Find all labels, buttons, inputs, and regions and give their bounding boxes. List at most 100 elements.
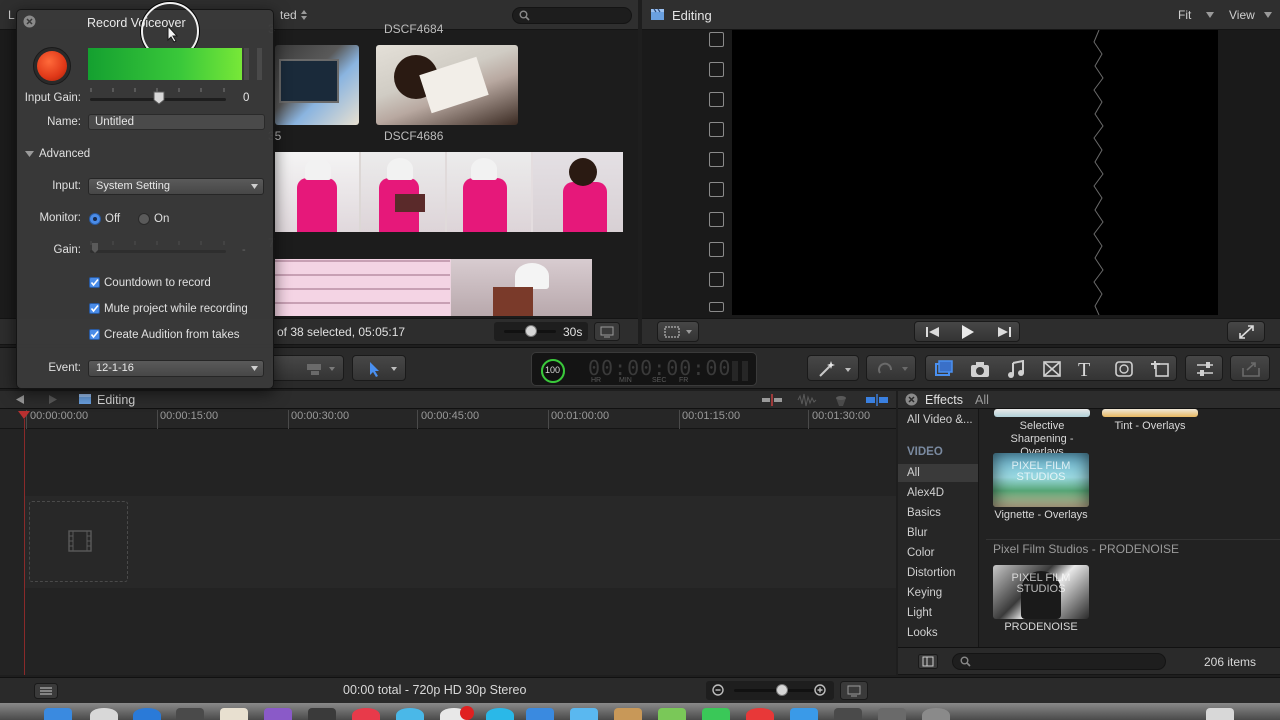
clip-thumbnail[interactable] [376, 45, 518, 125]
category-item[interactable]: All [907, 467, 920, 479]
effect-thumbnail[interactable]: PIXEL FILM STUDIOS [993, 453, 1089, 507]
browser-search-field[interactable] [512, 7, 632, 24]
contacts-dock-icon[interactable] [220, 708, 248, 720]
app-dock-icon[interactable] [486, 708, 514, 720]
sidebar-toggle-icon[interactable] [918, 654, 938, 669]
app-dock-icon[interactable] [658, 708, 686, 720]
monitor-gain-thumb-icon[interactable] [91, 242, 99, 254]
effect-thumbnail[interactable] [1102, 409, 1198, 417]
close-icon[interactable] [905, 393, 918, 406]
effect-thumbnail[interactable]: PIXEL FILM STUDIOS [993, 565, 1089, 619]
launchpad-dock-icon[interactable] [90, 708, 118, 720]
enhancements-button[interactable] [807, 355, 859, 381]
titles-browser-icon[interactable]: T [1078, 359, 1090, 382]
gain-slider-thumb-icon[interactable] [153, 91, 165, 105]
finder-dock-icon[interactable] [44, 708, 72, 720]
category-item[interactable]: Light [907, 607, 932, 619]
transitions-browser-icon[interactable] [1042, 360, 1062, 378]
zoom-out-icon[interactable] [712, 684, 725, 697]
fit-menu[interactable]: Fit [1178, 8, 1191, 22]
share-button[interactable] [1230, 355, 1270, 381]
clip-filmstrip[interactable] [275, 152, 623, 232]
themes-browser-icon[interactable] [1150, 360, 1170, 378]
zoom-slider-knob[interactable] [525, 325, 537, 337]
edit-buttons[interactable] [270, 355, 344, 381]
view-chevron-icon[interactable] [1264, 12, 1272, 18]
clip-skimming-icon[interactable] [762, 394, 782, 406]
next-edit-icon[interactable] [998, 326, 1012, 338]
app-dock-icon[interactable] [176, 708, 204, 720]
clip-appearance-icon[interactable] [594, 322, 620, 341]
advanced-section-label[interactable]: Advanced [39, 148, 90, 160]
timeline-index-icon[interactable] [34, 683, 58, 699]
previous-edit-icon[interactable] [926, 326, 940, 338]
event-popup[interactable]: 12-1-16 [88, 360, 264, 377]
app-dock-icon[interactable] [878, 708, 906, 720]
category-item[interactable]: Looks [907, 627, 938, 639]
retiming-button[interactable] [866, 355, 916, 381]
messages-dock-icon[interactable] [702, 708, 730, 720]
solo-icon[interactable] [833, 393, 849, 407]
timeline-zoom-knob[interactable] [776, 684, 788, 696]
monitor-on-radio[interactable] [138, 213, 150, 225]
music-browser-icon[interactable] [1006, 360, 1026, 378]
app-dock-icon[interactable] [614, 708, 642, 720]
category-item[interactable]: Blur [907, 527, 927, 539]
app-dock-icon[interactable] [570, 708, 598, 720]
input-gain-value[interactable]: 0 [237, 91, 265, 107]
record-button[interactable] [33, 47, 71, 85]
trash-dock-icon[interactable] [1206, 708, 1234, 720]
timeline-zoom-control[interactable] [706, 681, 834, 700]
effects-filter[interactable]: All [975, 393, 989, 407]
app-dock-icon[interactable] [352, 708, 380, 720]
app-dock-icon[interactable] [264, 708, 292, 720]
category-item[interactable]: Basics [907, 507, 941, 519]
sort-label[interactable]: ted [280, 8, 297, 22]
snapping-icon[interactable] [866, 394, 888, 406]
category-item[interactable]: Distortion [907, 567, 956, 579]
category-item[interactable]: Alex4D [907, 487, 944, 499]
zoom-in-icon[interactable] [814, 684, 827, 697]
primary-storyline[interactable] [25, 496, 896, 588]
create-audition-checkbox[interactable] [89, 329, 100, 340]
clip-thumbnail[interactable] [275, 45, 359, 125]
category-header[interactable]: All Video &... [907, 414, 973, 426]
photo-browser-icon[interactable] [970, 360, 990, 378]
timecode-display[interactable]: 100 00:00:00:00 HR MIN SEC FR [531, 352, 757, 386]
sort-arrows-icon[interactable] [300, 9, 308, 21]
app-dock-icon[interactable] [834, 708, 862, 720]
empty-storyline-placeholder[interactable] [29, 501, 128, 582]
viewer-canvas[interactable] [732, 30, 1218, 315]
effects-browser-icon[interactable] [934, 360, 954, 378]
forward-icon[interactable] [48, 394, 58, 405]
monitor-off-radio[interactable] [89, 213, 101, 225]
monitor-gain-slider[interactable] [90, 250, 226, 253]
system-preferences-dock-icon[interactable] [922, 708, 950, 720]
select-tool-button[interactable] [352, 355, 406, 381]
category-item[interactable]: Color [907, 547, 934, 559]
safari-dock-icon[interactable] [133, 708, 161, 720]
generators-browser-icon[interactable] [1114, 360, 1134, 378]
close-icon[interactable] [23, 15, 36, 28]
clip-appearance-icon[interactable] [840, 681, 868, 700]
inspector-button[interactable] [1185, 355, 1223, 381]
category-item[interactable]: Keying [907, 587, 942, 599]
effects-search-field[interactable] [952, 653, 1166, 670]
input-popup[interactable]: System Setting [88, 178, 264, 195]
audio-skimming-icon[interactable] [797, 393, 817, 407]
app-dock-icon[interactable] [526, 708, 554, 720]
app-dock-icon[interactable] [396, 708, 424, 720]
clip-filmstrip[interactable] [275, 259, 592, 316]
countdown-checkbox[interactable] [89, 277, 100, 288]
final-cut-dock-icon[interactable] [308, 708, 336, 720]
fit-chevron-icon[interactable] [1206, 12, 1214, 18]
clip-zoom-control[interactable]: 30s [494, 322, 588, 341]
mute-project-checkbox[interactable] [89, 303, 100, 314]
effect-thumbnail[interactable] [994, 409, 1090, 417]
fullscreen-button[interactable] [1227, 321, 1265, 342]
app-store-dock-icon[interactable] [790, 708, 818, 720]
libraries-tab[interactable]: L [8, 8, 15, 22]
play-icon[interactable] [962, 325, 974, 339]
disclosure-triangle-icon[interactable] [25, 150, 34, 158]
transform-button[interactable] [657, 321, 699, 342]
